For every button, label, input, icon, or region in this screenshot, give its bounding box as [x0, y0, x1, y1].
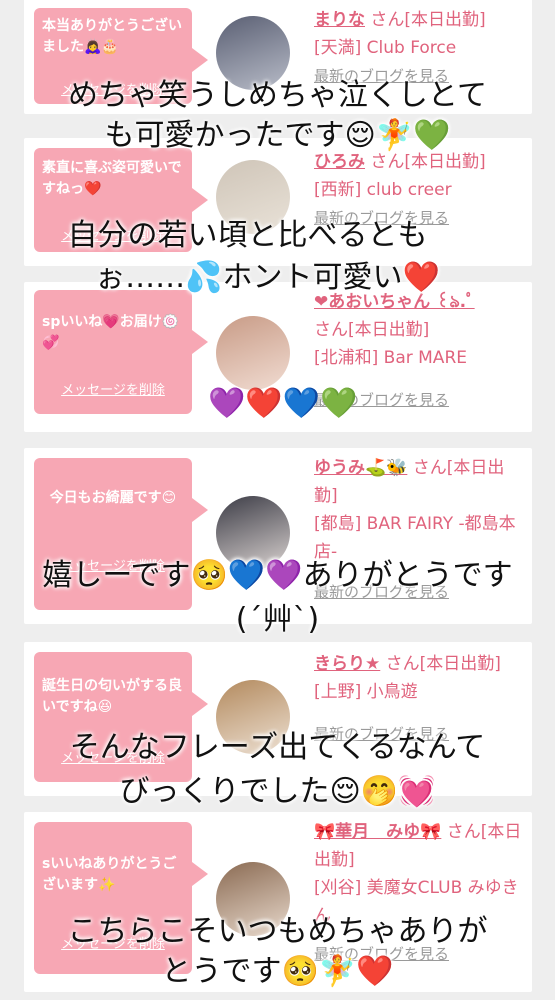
cast-name-link[interactable]: きらり★ — [314, 654, 380, 674]
shop-name: [北浦和] Bar MARE — [314, 348, 467, 368]
shop-name: [上野] 小鳥遊 — [314, 682, 418, 702]
shop-name: [天満] Club Force — [314, 38, 457, 58]
shop-name: [西新] club creer — [314, 180, 452, 200]
cast-name-link[interactable]: まりな — [314, 10, 365, 30]
overlay-caption: も可愛かったです😌🧚💚 — [104, 118, 451, 153]
overlay-caption: とうです🥺🧚❤️ — [161, 954, 394, 989]
message-text: 誕生日の匂いがする良いですね😆 — [42, 678, 182, 715]
overlay-caption: (´艸`) — [235, 602, 320, 637]
cast-name-link[interactable]: 🎀華月 みゆ🎀 — [314, 822, 441, 842]
overlay-caption: びっくりでした😌🤭💓 — [119, 774, 436, 809]
cast-status: さん[本日出勤] — [365, 10, 486, 30]
delete-message-link[interactable]: メッセージを削除 — [34, 380, 192, 401]
overlay-caption: めちゃ笑うしめちゃ泣くしとて — [67, 78, 488, 113]
emoji-caption: 💜❤️💙💚 — [208, 386, 358, 421]
message-text: spいいね💗お届け🍥💞 — [42, 314, 180, 351]
overlay-caption: 嬉しーです🥺💙💜ありがとうです — [42, 558, 513, 593]
shop-name: [都島] BAR FAIRY -都島本店- — [314, 514, 516, 562]
message-text: 素直に喜ぶ姿可愛いですねっ❤️ — [42, 160, 182, 197]
avatar[interactable] — [216, 316, 290, 390]
overlay-caption: 自分の若い頃と比べるとも — [67, 218, 428, 253]
overlay-caption: そんなフレーズ出てくるなんて — [69, 730, 486, 765]
message-text: 今日もお綺麗です😊 — [49, 490, 177, 506]
message-text: sいいねありがとうございます✨ — [42, 856, 177, 893]
cast-name-link[interactable]: ゆうみ⛳🐝 — [314, 458, 407, 478]
message-card: 今日もお綺麗です😊 メッセージを削除 ゆうみ⛳🐝 さん[本日出勤] [都島] B… — [24, 448, 532, 624]
message-text: 本当ありがとうございました🙇‍♀️🎂 — [42, 18, 182, 55]
message-bubble: spいいね💗お届け🍥💞 メッセージを削除 — [34, 290, 208, 414]
cast-status: さん[本日出勤] — [380, 654, 501, 674]
overlay-caption: ぉ……💦ホント可愛い❤️ — [95, 260, 440, 295]
overlay-caption: こちらこそいつもめちゃありが — [67, 914, 488, 949]
cast-status: さん[本日出勤] — [314, 320, 430, 340]
